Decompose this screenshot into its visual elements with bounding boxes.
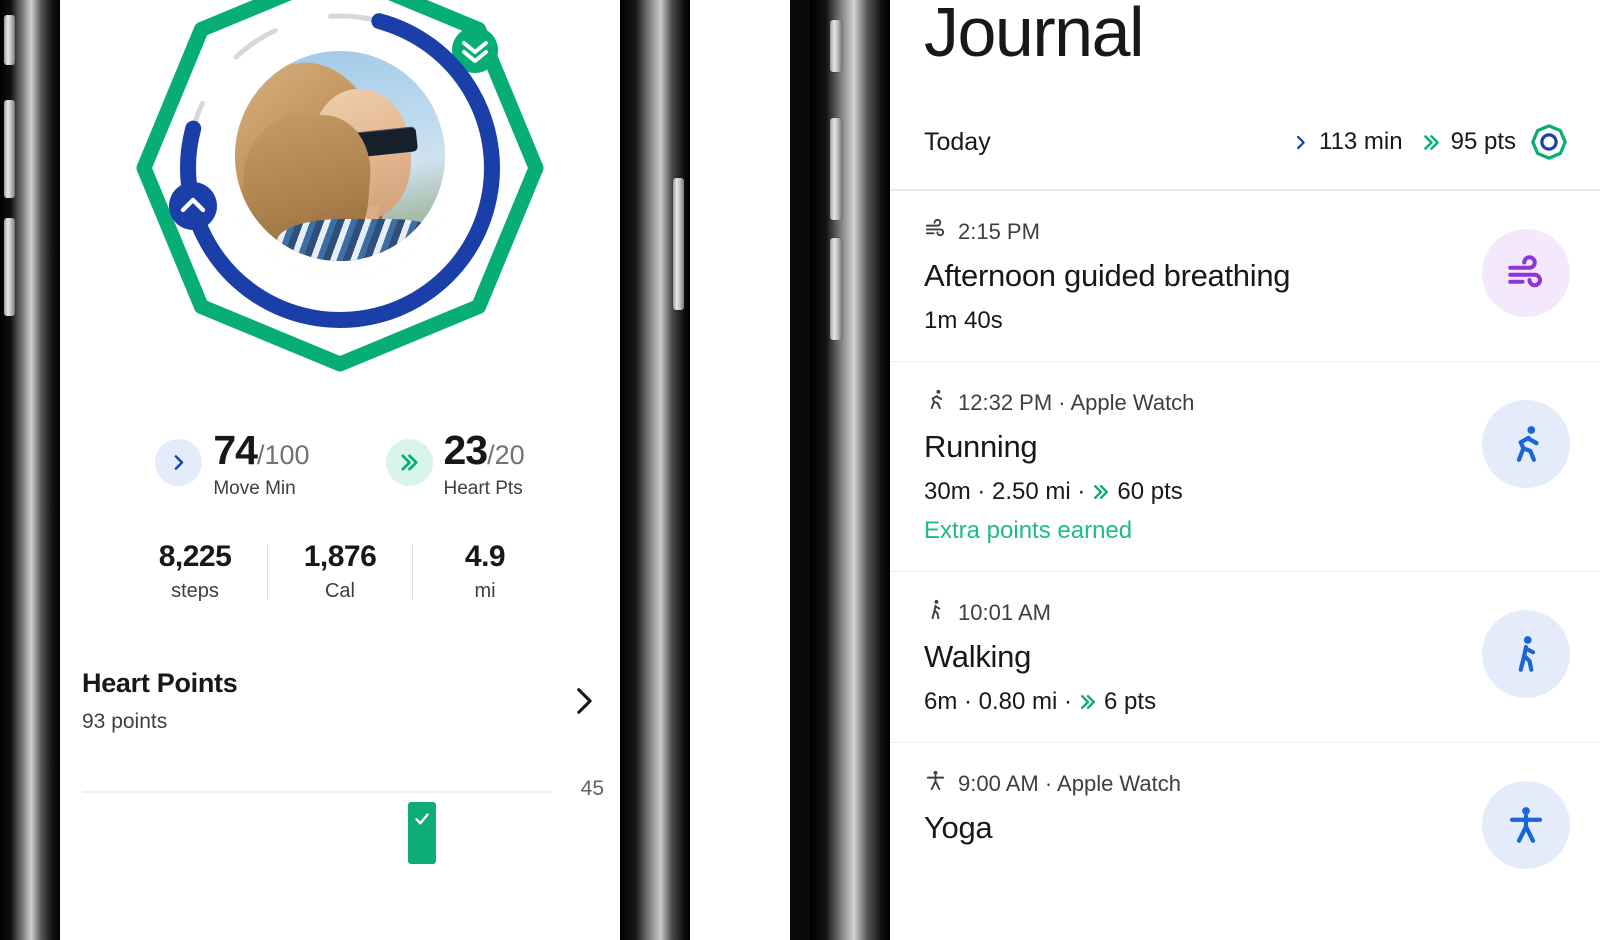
total-steps: 8,225 steps bbox=[123, 540, 267, 603]
today-heart-points-value: 95 pts bbox=[1450, 128, 1516, 155]
today-move-min: 113 min bbox=[1291, 128, 1403, 156]
silence-switch[interactable] bbox=[830, 20, 842, 72]
volume-down-button[interactable] bbox=[830, 238, 842, 340]
entry-stats-suffix: 6 pts bbox=[1104, 688, 1157, 715]
double-chevron-right-icon bbox=[1091, 482, 1111, 502]
heart-points-chart: 45 bbox=[60, 772, 620, 864]
chevron-right-icon[interactable] bbox=[566, 684, 600, 718]
metrics-section: 74/100 Move Min 23/20 Heart Pts 8,225 st… bbox=[60, 430, 620, 603]
entry-title: Afternoon guided breathing bbox=[924, 258, 1291, 293]
right-phone-left-bezel bbox=[810, 0, 890, 940]
power-button[interactable] bbox=[673, 178, 684, 310]
heart-pts-label: Heart Pts bbox=[443, 478, 523, 499]
walking-icon bbox=[924, 598, 947, 627]
double-chevron-right-icon bbox=[1421, 132, 1442, 153]
journal-entry[interactable]: 9:00 AM · Apple Watch Yoga bbox=[890, 742, 1600, 895]
avatar-shirt bbox=[277, 219, 441, 261]
heart-pts-goal: /20 bbox=[487, 440, 525, 470]
chart-gridline-label: 45 bbox=[580, 777, 604, 800]
totals-row: 8,225 steps 1,876 Cal 4.9 mi bbox=[60, 540, 620, 603]
steps-label: steps bbox=[171, 580, 219, 602]
volume-up-button[interactable] bbox=[4, 100, 15, 198]
entry-title: Yoga bbox=[924, 810, 993, 845]
running-icon bbox=[924, 388, 947, 417]
volume-down-button[interactable] bbox=[4, 218, 15, 316]
calories-value: 1,876 bbox=[303, 540, 377, 573]
heart-points-title: Heart Points bbox=[82, 668, 238, 698]
heart-points-card[interactable]: Heart Points 93 points 45 bbox=[60, 668, 620, 864]
chart-bar bbox=[408, 802, 436, 864]
entry-stats-suffix: 60 pts bbox=[1117, 478, 1183, 505]
metric-move-min[interactable]: 74/100 Move Min bbox=[155, 427, 310, 500]
entry-stats-prefix: 30m · 2.50 mi · bbox=[924, 478, 1086, 505]
wind-icon bbox=[1482, 229, 1570, 317]
volume-up-button[interactable] bbox=[830, 118, 842, 220]
total-calories: 1,876 Cal bbox=[268, 540, 412, 603]
double-chevron-right-icon bbox=[1078, 692, 1098, 712]
distance-value: 4.9 bbox=[464, 540, 506, 573]
steps-value: 8,225 bbox=[158, 540, 232, 573]
entry-meta-text: 12:32 PM · Apple Watch bbox=[958, 389, 1195, 415]
move-min-label: Move Min bbox=[213, 478, 296, 499]
heart-points-subtitle: 93 points bbox=[82, 710, 168, 733]
silence-switch[interactable] bbox=[4, 15, 15, 65]
single-chevron-right-icon bbox=[155, 439, 203, 486]
calories-label: Cal bbox=[324, 580, 355, 602]
entry-title: Running bbox=[924, 429, 1038, 464]
goal-metrics-row: 74/100 Move Min 23/20 Heart Pts bbox=[60, 430, 620, 500]
activity-rings[interactable] bbox=[60, 0, 620, 420]
entry-title: Walking bbox=[924, 639, 1032, 674]
distance-label: mi bbox=[474, 580, 496, 602]
left-phone-screen: 74/100 Move Min 23/20 Heart Pts 8,225 st… bbox=[60, 0, 620, 940]
journal-entry[interactable]: 2:15 PM Afternoon guided breathing 1m 40… bbox=[890, 191, 1600, 361]
wind-icon bbox=[924, 217, 947, 246]
today-label: Today bbox=[924, 127, 991, 156]
heart-pts-value: 23 bbox=[443, 427, 489, 473]
entry-stats-text: 1m 40s bbox=[924, 307, 1003, 334]
move-min-goal: /100 bbox=[256, 440, 310, 470]
total-distance: 4.9 mi bbox=[413, 540, 557, 603]
today-summary-row[interactable]: Today 113 min 95 pts bbox=[890, 71, 1600, 161]
today-move-min-value: 113 min bbox=[1319, 128, 1403, 155]
left-phone-device: 74/100 Move Min 23/20 Heart Pts 8,225 st… bbox=[0, 0, 690, 940]
double-chevron-right-icon bbox=[385, 439, 433, 486]
right-phone-screen: Journal Today 113 min 95 pts 2:15 PM Aft… bbox=[890, 0, 1600, 940]
screenshot-stage: 74/100 Move Min 23/20 Heart Pts 8,225 st… bbox=[0, 0, 1600, 940]
page-title: Journal bbox=[924, 0, 1145, 71]
check-icon bbox=[413, 809, 432, 833]
right-phone-device: Journal Today 113 min 95 pts 2:15 PM Aft… bbox=[790, 0, 1600, 940]
entry-meta-text: 10:01 AM bbox=[958, 599, 1051, 625]
yoga-icon bbox=[924, 769, 947, 798]
journal-entry[interactable]: 10:01 AM Walking 6m · 0.80 mi · 6 pts bbox=[890, 571, 1600, 742]
today-heart-points: 95 pts bbox=[1421, 128, 1516, 156]
journal-entry[interactable]: 12:32 PM · Apple Watch Running 30m · 2.5… bbox=[890, 361, 1600, 571]
entry-meta-text: 2:15 PM bbox=[958, 218, 1040, 244]
single-chevron-right-icon bbox=[1291, 133, 1310, 152]
move-min-value: 74 bbox=[213, 427, 258, 473]
avatar[interactable] bbox=[235, 51, 445, 261]
entry-stats-prefix: 6m · 0.80 mi · bbox=[924, 688, 1073, 715]
goal-ring-icon[interactable] bbox=[1530, 123, 1568, 161]
walking-icon bbox=[1482, 610, 1570, 698]
chart-gridline bbox=[82, 791, 552, 793]
yoga-icon bbox=[1482, 781, 1570, 869]
metric-heart-points[interactable]: 23/20 Heart Pts bbox=[385, 427, 525, 500]
entry-meta-text: 9:00 AM · Apple Watch bbox=[958, 770, 1181, 796]
left-phone-right-bezel bbox=[620, 0, 690, 940]
entry-extra-points: Extra points earned bbox=[924, 517, 1133, 544]
running-icon bbox=[1482, 400, 1570, 488]
